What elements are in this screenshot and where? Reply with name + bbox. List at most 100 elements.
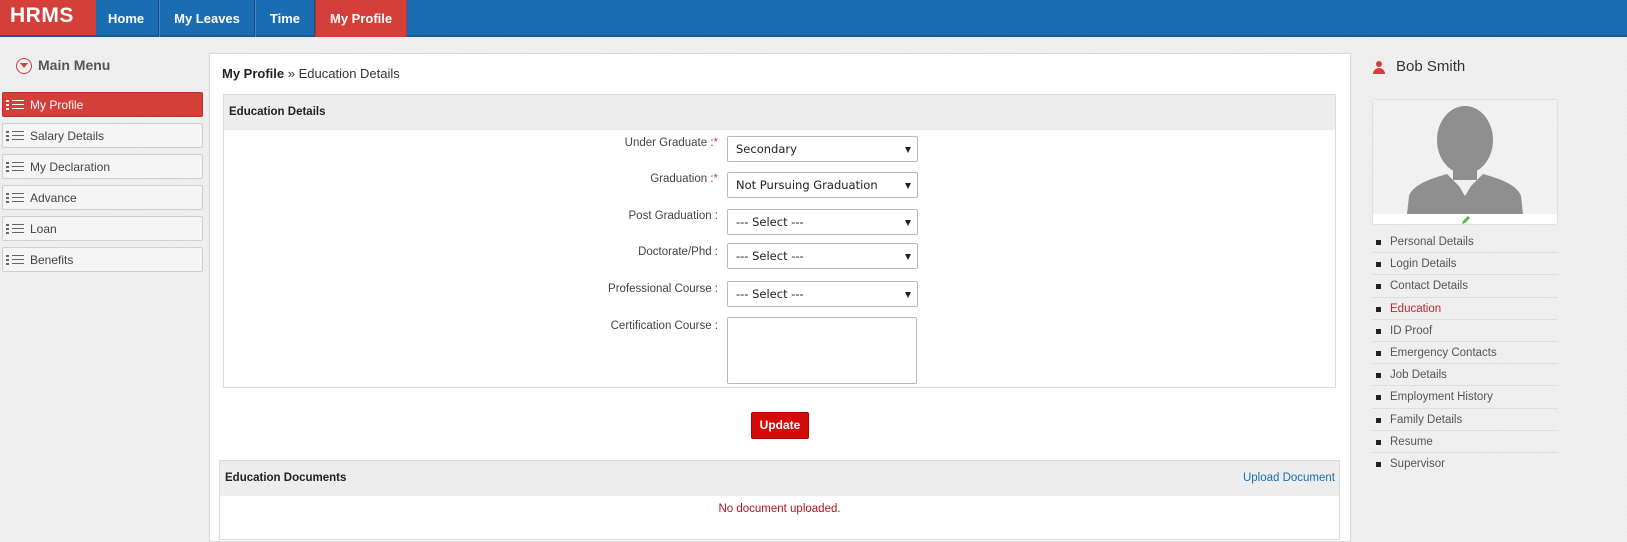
menu-item-label: Loan xyxy=(30,221,57,236)
field-label-text: Graduation : xyxy=(650,173,714,185)
user-name: Bob Smith xyxy=(1396,58,1466,75)
dropdown-caret-icon xyxy=(905,147,911,153)
doctorate-select[interactable]: --- Select --- xyxy=(727,243,918,269)
professional-course-row: Professional Course : --- Select --- xyxy=(224,281,1335,313)
avatar-placeholder-icon xyxy=(1373,100,1557,214)
breadcrumb-current: Education Details xyxy=(298,66,400,81)
menu-item-advance[interactable]: Advance xyxy=(2,185,203,210)
select-value: --- Select --- xyxy=(736,287,804,301)
certification-course-row: Certification Course : xyxy=(224,317,1335,390)
doctorate-label: Doctorate/Phd : xyxy=(638,246,718,258)
pencil-edit-icon[interactable] xyxy=(1460,214,1472,224)
profile-link-label: Family Details xyxy=(1390,413,1463,426)
nav-home[interactable]: Home xyxy=(96,0,160,37)
bullet xyxy=(1376,417,1381,423)
breadcrumb-parent[interactable]: My Profile xyxy=(222,66,284,81)
profile-panel: Bob Smith Personal Details Login Details… xyxy=(1362,53,1627,542)
select-value: Not Pursuing Graduation xyxy=(736,178,878,192)
profile-link-label: Employment History xyxy=(1390,391,1493,404)
profile-link-label: Login Details xyxy=(1390,258,1457,271)
education-documents-section: Education Documents Upload Document No d… xyxy=(219,460,1340,540)
dropdown-caret-icon xyxy=(905,292,911,298)
professional-course-select[interactable]: --- Select --- xyxy=(727,281,918,307)
under-graduate-select[interactable]: Secondary xyxy=(727,136,918,162)
profile-link-employment-history[interactable]: Employment History xyxy=(1372,386,1558,409)
nav-my-leaves[interactable]: My Leaves xyxy=(159,0,255,37)
profile-link-emergency-contacts[interactable]: Emergency Contacts xyxy=(1372,342,1558,365)
professional-course-label: Professional Course : xyxy=(608,283,718,295)
profile-link-supervisor[interactable]: Supervisor xyxy=(1372,453,1558,475)
profile-link-label: Education xyxy=(1390,302,1442,315)
select-value: --- Select --- xyxy=(736,249,804,263)
dropdown-caret-icon xyxy=(905,254,911,260)
graduation-row: Graduation :* Not Pursuing Graduation xyxy=(224,172,1335,203)
menu-item-my-declaration[interactable]: My Declaration xyxy=(2,154,203,179)
list-icon xyxy=(6,130,28,142)
update-button[interactable]: Update xyxy=(751,412,809,439)
profile-link-personal-details[interactable]: Personal Details xyxy=(1372,231,1558,254)
section-title: Education Details xyxy=(224,95,1335,130)
bullet xyxy=(1376,240,1381,245)
collapse-circle-icon xyxy=(16,58,32,74)
profile-link-id-proof[interactable]: ID Proof xyxy=(1372,320,1558,342)
dropdown-caret-icon xyxy=(905,183,911,189)
required-mark: * xyxy=(713,173,718,185)
field-label-text: Under Graduate : xyxy=(624,137,714,149)
main-nav: Home My Leaves Time My Profile xyxy=(96,0,408,37)
profile-link-resume[interactable]: Resume xyxy=(1372,431,1558,453)
certification-course-textarea[interactable] xyxy=(727,317,917,384)
breadcrumb-separator: » xyxy=(287,66,295,81)
nav-time[interactable]: Time xyxy=(254,0,315,37)
top-navbar: HRMS Home My Leaves Time My Profile xyxy=(0,0,1627,37)
education-details-section: Education Details Under Graduate :* Seco… xyxy=(223,94,1336,388)
profile-link-label: Contact Details xyxy=(1390,280,1468,293)
menu-item-label: My Profile xyxy=(30,97,84,112)
bullet xyxy=(1376,373,1381,379)
profile-link-login-details[interactable]: Login Details xyxy=(1372,253,1558,276)
doctorate-row: Doctorate/Phd : --- Select --- xyxy=(224,243,1335,276)
menu-item-label: Benefits xyxy=(30,252,74,267)
profile-link-education[interactable]: Education xyxy=(1372,298,1558,320)
graduation-select[interactable]: Not Pursuing Graduation xyxy=(727,172,918,198)
menu-item-my-profile[interactable]: My Profile xyxy=(2,92,203,117)
under-graduate-row: Under Graduate :* Secondary xyxy=(224,136,1335,167)
graduation-label: Graduation :* xyxy=(650,173,718,185)
bullet xyxy=(1376,306,1381,312)
menu-item-loan[interactable]: Loan xyxy=(2,216,203,241)
list-icon xyxy=(6,99,28,111)
documents-title: Education Documents xyxy=(225,472,347,484)
menu-item-label: Advance xyxy=(30,190,77,205)
post-graduation-row: Post Graduation : --- Select --- xyxy=(224,209,1335,240)
list-icon xyxy=(6,161,28,173)
nav-my-profile[interactable]: My Profile xyxy=(315,0,408,37)
main-menu-header[interactable]: Main Menu xyxy=(0,55,205,75)
bullet xyxy=(1376,284,1381,290)
no-documents-message: No document uploaded. xyxy=(718,503,841,515)
profile-link-label: Resume xyxy=(1390,435,1433,448)
bullet xyxy=(1376,262,1381,268)
certification-course-label: Certification Course : xyxy=(610,320,718,332)
required-mark: * xyxy=(713,137,718,149)
list-icon xyxy=(6,192,28,204)
list-icon xyxy=(6,223,28,235)
menu-item-salary-details[interactable]: Salary Details xyxy=(2,123,203,148)
select-value: Secondary xyxy=(736,142,797,156)
profile-link-contact-details[interactable]: Contact Details xyxy=(1372,275,1558,298)
menu-item-label: Salary Details xyxy=(30,128,105,143)
profile-link-label: Supervisor xyxy=(1390,457,1445,470)
brand-arrow xyxy=(80,0,96,34)
menu-item-benefits[interactable]: Benefits xyxy=(2,247,203,272)
profile-link-family-details[interactable]: Family Details xyxy=(1372,409,1558,431)
bullet xyxy=(1376,328,1381,334)
post-graduation-select[interactable]: --- Select --- xyxy=(727,209,918,235)
dropdown-caret-icon xyxy=(905,220,911,226)
profile-link-job-details[interactable]: Job Details xyxy=(1372,364,1558,387)
bullet xyxy=(1376,461,1381,467)
list-icon xyxy=(6,254,28,266)
menu-item-label: My Declaration xyxy=(30,159,111,174)
bullet xyxy=(1376,395,1381,401)
main-panel: My Profile » Education Details Education… xyxy=(209,53,1351,542)
user-icon xyxy=(1372,61,1386,75)
profile-link-label: Job Details xyxy=(1390,369,1447,382)
upload-document-link[interactable]: Upload Document xyxy=(1243,461,1335,496)
